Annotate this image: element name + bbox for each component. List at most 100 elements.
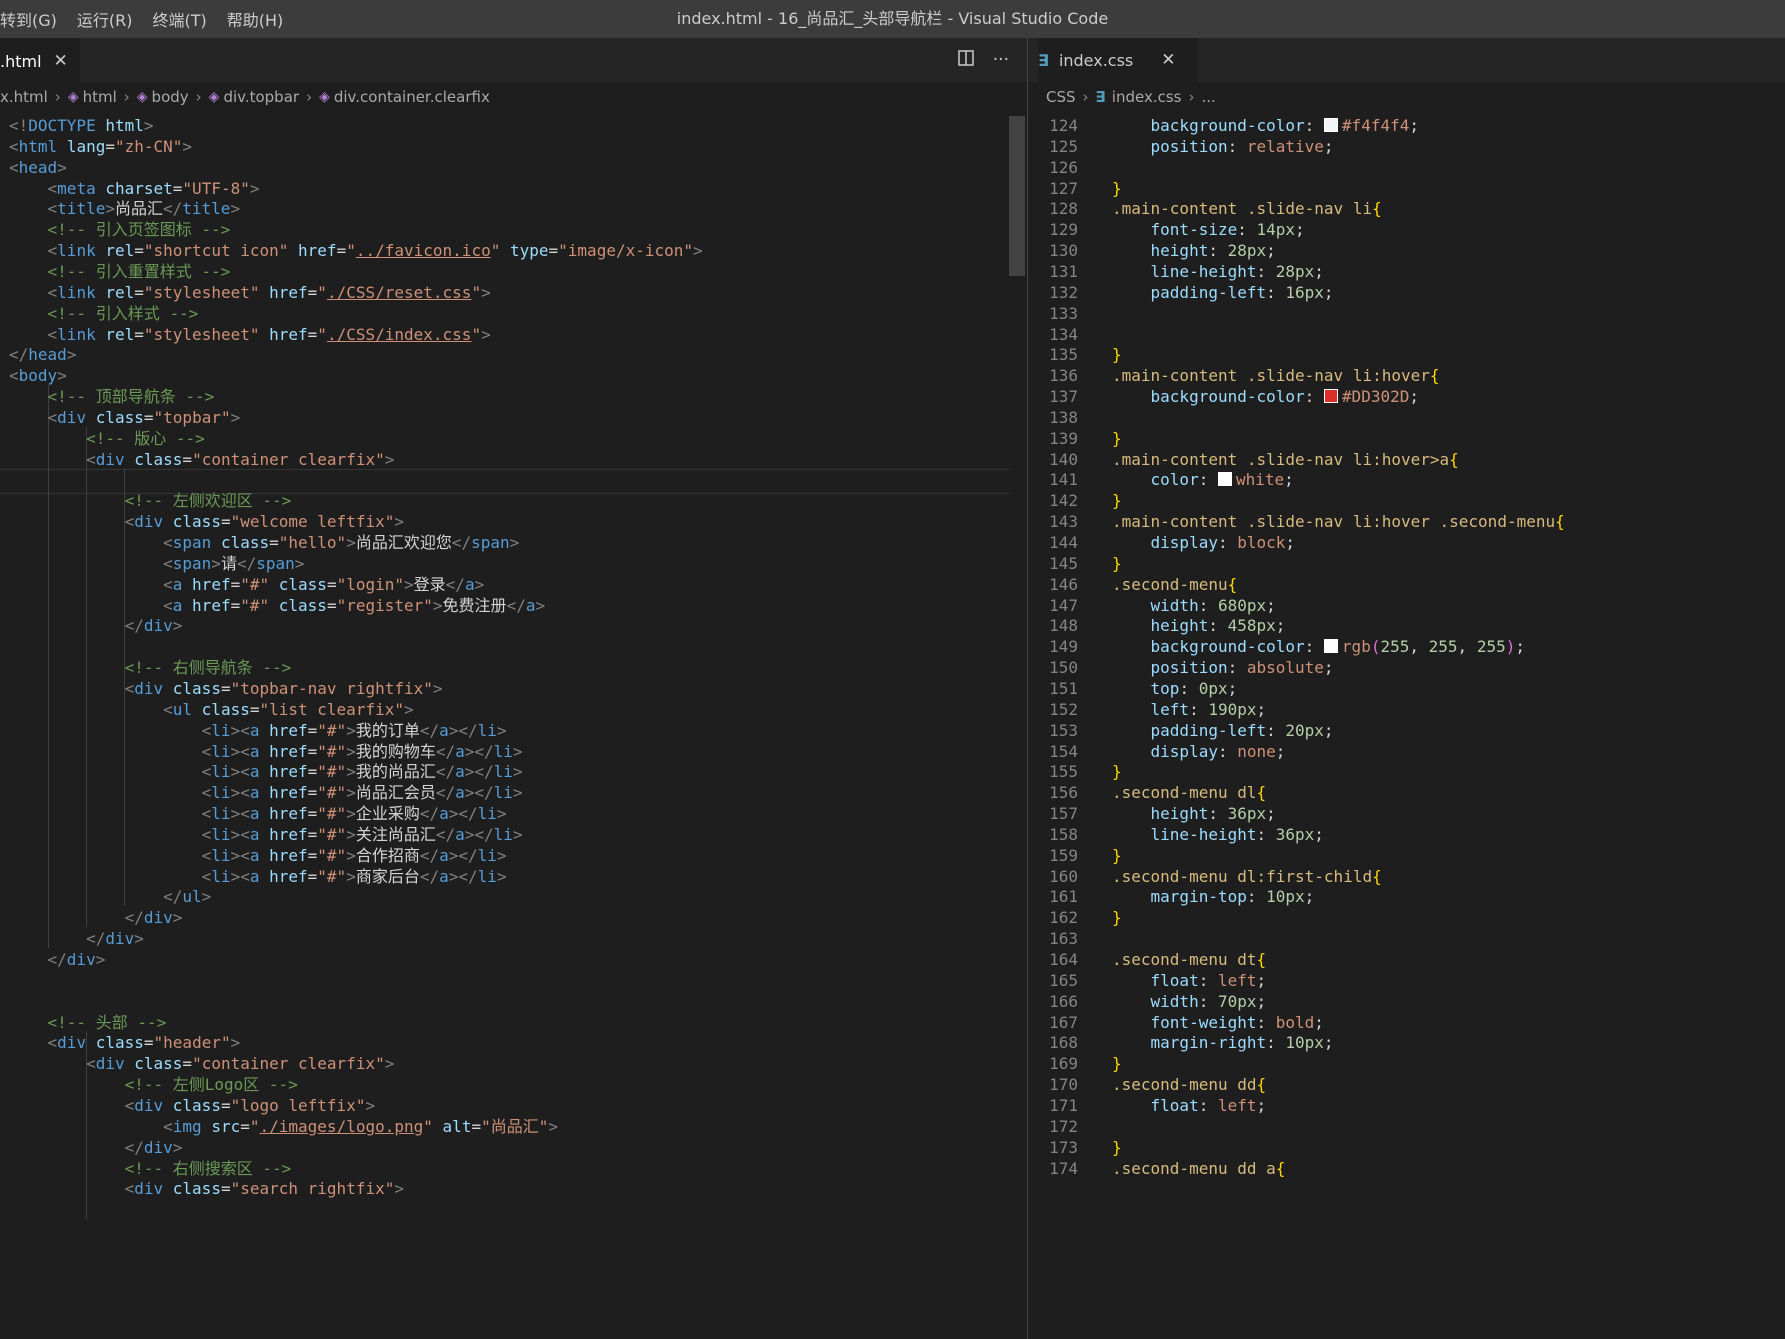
breadcrumb-item-topbar[interactable]: ◈ div.topbar — [209, 88, 299, 106]
code-token: ></ — [448, 720, 478, 740]
code-token: li — [493, 741, 513, 761]
close-icon[interactable]: ✕ — [1161, 50, 1175, 70]
code-token: > — [172, 1137, 183, 1157]
code-line[interactable]: position: relative; — [1112, 135, 1334, 159]
code-line[interactable]: <div class="container clearfix"> — [9, 448, 394, 472]
scrollbar-thumb[interactable] — [1009, 116, 1025, 276]
css-code-area[interactable]: 124 background-color: #f4f4f4; 125 positi… — [1028, 114, 1785, 1339]
code-token: = — [172, 178, 183, 198]
code-line[interactable]: background-color: #DD302D; — [1112, 385, 1419, 409]
code-token: .second-menu dt — [1112, 950, 1257, 969]
code-token: <!-- 引入样式 --> — [47, 303, 199, 323]
breadcrumb-item-file[interactable]: x.html — [0, 88, 48, 106]
code-token: class — [278, 574, 327, 594]
color-swatch[interactable] — [1323, 118, 1338, 132]
code-token: : — [1198, 595, 1218, 615]
code-token: < — [201, 845, 212, 865]
code-line[interactable]: } — [1112, 906, 1122, 930]
code-token: < — [47, 282, 58, 302]
code-line[interactable]: <div class="search rightfix"> — [9, 1177, 404, 1201]
code-token: left — [1217, 1095, 1257, 1115]
code-token: #f4f4f4 — [1341, 116, 1410, 135]
tab-index-css[interactable]: ∃ index.css ✕ — [1038, 38, 1198, 82]
code-line[interactable]: </div> — [9, 948, 106, 972]
color-swatch[interactable] — [1217, 472, 1232, 487]
code-line[interactable]: display: none; — [1112, 740, 1286, 764]
code-line[interactable]: padding-left: 16px; — [1112, 281, 1334, 305]
chevron-right-icon: › — [1188, 88, 1195, 106]
code-line[interactable]: </div> — [9, 614, 183, 638]
code-token: href — [269, 824, 308, 844]
breadcrumb-item-html[interactable]: ◈ html — [68, 88, 117, 106]
code-line[interactable]: color: white; — [1112, 468, 1294, 492]
code-token: href — [192, 574, 231, 594]
breadcrumb-item-css-folder[interactable]: CSS — [1046, 88, 1076, 106]
code-token: height — [1150, 616, 1209, 636]
code-line[interactable]: float: left; — [1112, 1094, 1267, 1118]
code-token: >< — [230, 783, 250, 803]
tab-label: index.css — [1058, 50, 1134, 70]
more-actions-icon[interactable]: ··· — [993, 50, 1009, 70]
code-token: > — [474, 574, 485, 594]
code-line[interactable]: display: block; — [1112, 531, 1296, 555]
code-token: li — [211, 783, 231, 803]
code-token: : — [1198, 970, 1218, 990]
code-token: #DD302D — [1341, 387, 1410, 407]
code-line[interactable]: line-height: 36px; — [1112, 823, 1324, 847]
code-token: " — [317, 282, 327, 302]
code-token: type — [509, 241, 549, 261]
breadcrumb-item-css-file[interactable]: ∃ index.css — [1096, 88, 1182, 106]
code-token: = — [105, 136, 115, 156]
code-token: } — [1112, 345, 1122, 365]
code-token: "welcome leftfix" — [230, 512, 395, 532]
code-token: ; — [1314, 824, 1324, 844]
code-token: li — [477, 845, 497, 865]
split-editor-icon[interactable] — [957, 49, 975, 72]
close-icon[interactable]: ✕ — [54, 51, 68, 71]
code-token: </ — [163, 199, 183, 219]
code-token: = — [143, 407, 154, 427]
code-line[interactable]: margin-top: 10px; — [1112, 885, 1315, 909]
color-swatch[interactable] — [1323, 639, 1338, 654]
code-token: class — [172, 512, 221, 532]
code-token: > — [346, 804, 356, 824]
code-token: .second-menu dl — [1112, 783, 1257, 803]
code-token: div — [143, 1137, 173, 1157]
code-token: >< — [230, 720, 250, 740]
code-token: < — [201, 762, 212, 782]
breadcrumb-item-container[interactable]: ◈ div.container.clearfix — [319, 88, 490, 106]
code-token: background-color — [1150, 637, 1305, 657]
tab-index-html[interactable]: .html ✕ — [0, 38, 80, 83]
code-token: } — [1112, 428, 1122, 448]
code-token: li — [493, 783, 513, 803]
html-code-area[interactable]: <!DOCTYPE html> <html lang="zh-CN"> <head>… — [0, 114, 1027, 1339]
code-token: { — [1429, 366, 1440, 386]
code-token: href — [269, 720, 308, 740]
breadcrumb-item-body[interactable]: ◈ body — [137, 88, 189, 106]
code-token: font-weight — [1150, 1012, 1257, 1032]
code-line[interactable]: .second-menu dd a{ — [1112, 1157, 1285, 1181]
color-swatch[interactable] — [1323, 389, 1338, 404]
code-token: title — [182, 199, 231, 219]
code-token: relative — [1246, 136, 1324, 156]
code-token: div — [143, 616, 173, 636]
code-token: class — [220, 533, 270, 552]
code-token: , — [1457, 637, 1477, 657]
breadcrumb-item-symbols[interactable]: ... — [1201, 88, 1215, 106]
code-token: </ — [419, 866, 440, 886]
code-line[interactable]: margin-right: 10px; — [1112, 1031, 1334, 1055]
code-line[interactable]: <link rel="stylesheet" href="./CSS/index… — [9, 323, 491, 347]
code-token: > — [512, 783, 523, 803]
code-token: ; — [1256, 970, 1267, 990]
vertical-scrollbar[interactable] — [1009, 114, 1025, 1339]
code-token: absolute — [1246, 658, 1324, 678]
